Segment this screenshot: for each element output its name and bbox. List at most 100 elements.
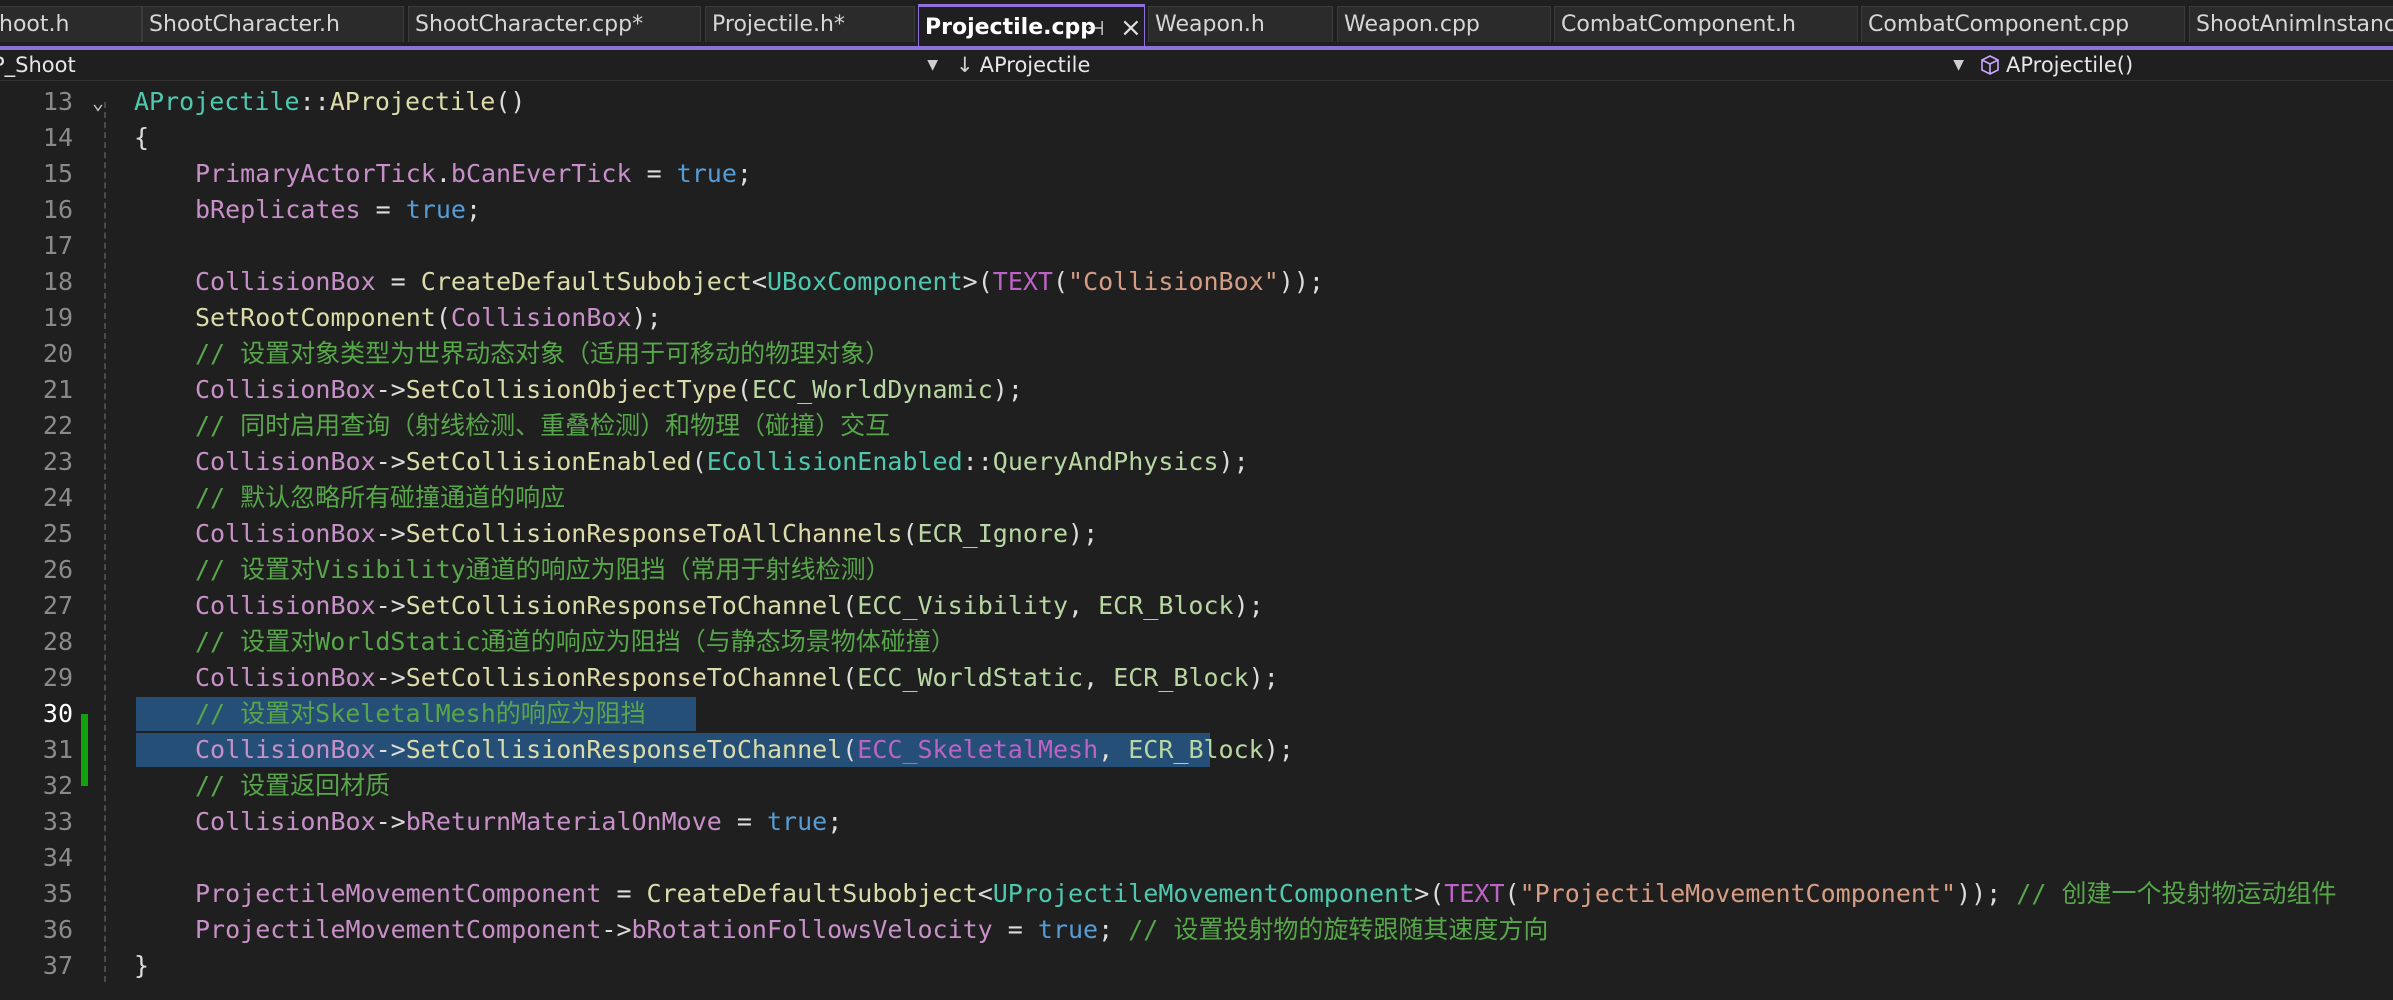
code-line[interactable]: 25 CollisionBox->SetCollisionResponseToAl… xyxy=(0,516,2393,552)
line-number: 14 xyxy=(42,123,73,152)
code-text: // 默认忽略所有碰撞通道的响应 xyxy=(195,480,565,516)
code-line[interactable]: 20 // 设置对象类型为世界动态对象（适用于可移动的物理对象） xyxy=(0,336,2393,372)
code-token: SetRootComponent xyxy=(195,303,436,332)
code-line[interactable]: 36 ProjectileMovementComponent->bRotation… xyxy=(0,912,2393,948)
tab-weapon-h[interactable]: Weapon.h xyxy=(1148,6,1333,42)
code-token: ECC_WorldStatic xyxy=(857,663,1084,692)
code-line[interactable]: 27 CollisionBox->SetCollisionResponseToCh… xyxy=(0,588,2393,624)
tab-shootcharacter-h[interactable]: ShootCharacter.h xyxy=(142,6,404,42)
code-text: // 设置对象类型为世界动态对象（适用于可移动的物理对象） xyxy=(195,336,890,372)
code-token: // 设置返回材质 xyxy=(195,771,391,800)
line-number: 34 xyxy=(42,843,73,872)
code-text: CollisionBox->SetCollisionResponseToChan… xyxy=(195,660,1279,696)
code-token: // 设置投射物的旋转跟随其速度方向 xyxy=(1128,915,1549,944)
scope-dropdown[interactable]: ↓ AProjectile ▼ xyxy=(956,50,1970,80)
line-number: 26 xyxy=(42,555,73,584)
code-token: ; xyxy=(736,159,752,188)
code-token: >( xyxy=(962,267,993,296)
code-token: // 同时启用查询（射线检测、重叠检测）和物理（碰撞）交互 xyxy=(195,411,891,440)
code-token: CollisionBox xyxy=(195,663,376,692)
tab-shootaniminstance[interactable]: ShootAnimInstance xyxy=(2189,6,2393,42)
code-token: bRotationFollowsVelocity xyxy=(631,915,993,944)
member-dropdown[interactable]: AProjectile() xyxy=(1980,50,2393,80)
code-line[interactable]: 30 // 设置对SkeletalMesh的响应为阻挡 xyxy=(0,696,2393,732)
code-line[interactable]: 16 bReplicates = true; xyxy=(0,192,2393,228)
code-token: QueryAndPhysics xyxy=(992,447,1219,476)
project-dropdown[interactable]: P_Shoot ▼ xyxy=(0,50,944,80)
code-token: ProjectileMovementComponent xyxy=(195,915,602,944)
code-line[interactable]: 26 // 设置对Visibility通道的响应为阻挡（常用于射线检测） xyxy=(0,552,2393,588)
code-line[interactable]: 32 // 设置返回材质 xyxy=(0,768,2393,804)
code-token: SetCollisionEnabled xyxy=(405,447,692,476)
code-line[interactable]: 28 // 设置对WorldStatic通道的响应为阻挡（与静态场景物体碰撞） xyxy=(0,624,2393,660)
code-line[interactable]: 22 // 同时启用查询（射线检测、重叠检测）和物理（碰撞）交互 xyxy=(0,408,2393,444)
code-editor[interactable]: 13 ⌄ AProjectile::AProjectile()14 {15 Primar… xyxy=(0,84,2393,1000)
code-line[interactable]: 13 ⌄ AProjectile::AProjectile() xyxy=(0,84,2393,120)
editor-tab-bar: hoot.h ShootCharacter.h ShootCharacter.c… xyxy=(0,0,2393,50)
code-token: true xyxy=(405,195,466,224)
line-number: 35 xyxy=(42,879,73,908)
code-token: :: xyxy=(299,87,330,116)
tab-projectile-h[interactable]: Projectile.h* xyxy=(705,6,915,42)
code-line[interactable]: 34 xyxy=(0,840,2393,876)
tab-shoot-h[interactable]: hoot.h xyxy=(0,6,142,42)
code-text: // 设置对SkeletalMesh的响应为阻挡 xyxy=(195,696,646,732)
code-token: PrimaryActorTick xyxy=(195,159,436,188)
code-token: ); xyxy=(1233,591,1264,620)
code-line[interactable]: 35 ProjectileMovementComponent = CreateDe… xyxy=(0,876,2393,912)
code-line[interactable]: 19 SetRootComponent(CollisionBox); xyxy=(0,300,2393,336)
line-number: 27 xyxy=(42,591,73,620)
line-number: 18 xyxy=(42,267,73,296)
code-token: ); xyxy=(1263,735,1294,764)
code-token: ( xyxy=(902,519,918,548)
code-line[interactable]: 31 CollisionBox->SetCollisionResponseToCh… xyxy=(0,732,2393,768)
code-token: ( xyxy=(842,735,858,764)
pin-icon[interactable]: ⊣ xyxy=(1087,7,1104,46)
tab-label: Projectile.h* xyxy=(712,12,845,37)
code-token: ECollisionEnabled xyxy=(706,447,963,476)
tab-label: Weapon.h xyxy=(1155,12,1265,37)
code-text: SetRootComponent(CollisionBox); xyxy=(195,300,662,336)
code-line[interactable]: 18 CollisionBox = CreateDefaultSubobject<… xyxy=(0,264,2393,300)
code-token: = xyxy=(721,807,767,836)
code-token: SetCollisionResponseToChannel xyxy=(405,735,843,764)
code-token: // 设置对SkeletalMesh的响应为阻挡 xyxy=(195,699,646,728)
tab-combatcomponent-cpp[interactable]: CombatComponent.cpp xyxy=(1861,6,2185,42)
code-token: ); xyxy=(1068,519,1099,548)
code-text: } xyxy=(134,948,149,984)
code-line[interactable]: 23 CollisionBox->SetCollisionEnabled(ECol… xyxy=(0,444,2393,480)
tab-shootcharacter-cpp[interactable]: ShootCharacter.cpp* xyxy=(408,6,701,42)
code-line[interactable]: 21 CollisionBox->SetCollisionObjectType(E… xyxy=(0,372,2393,408)
code-token: < xyxy=(977,879,993,908)
code-token: ECR_Block xyxy=(1128,735,1264,764)
code-line[interactable]: 37} xyxy=(0,948,2393,984)
code-line[interactable]: 24 // 默认忽略所有碰撞通道的响应 xyxy=(0,480,2393,516)
code-token: >( xyxy=(1414,879,1445,908)
code-token: ( xyxy=(1504,879,1520,908)
tab-combatcomponent-h[interactable]: CombatComponent.h xyxy=(1554,6,1858,42)
code-line[interactable]: 14 { xyxy=(0,120,2393,156)
line-number: 21 xyxy=(42,375,73,404)
close-icon[interactable]: × xyxy=(1120,7,1142,46)
code-token: ECC_Visibility xyxy=(857,591,1069,620)
tab-weapon-cpp[interactable]: Weapon.cpp xyxy=(1337,6,1551,42)
code-text: bReplicates = true; xyxy=(195,192,481,228)
code-token: ); xyxy=(631,303,662,332)
tab-projectile-cpp[interactable]: Projectile.cpp ⊣ × xyxy=(918,4,1145,46)
collapse-chevron-icon[interactable]: ⌄ xyxy=(92,84,104,120)
code-line[interactable]: 33 CollisionBox->bReturnMaterialOnMove = … xyxy=(0,804,2393,840)
code-token: CollisionBox xyxy=(195,519,376,548)
code-token: -> xyxy=(375,663,406,692)
line-number: 19 xyxy=(42,303,73,332)
code-token: )); xyxy=(1278,267,1324,296)
code-text: // 设置对Visibility通道的响应为阻挡（常用于射线检测） xyxy=(195,552,891,588)
chevron-down-icon: ▼ xyxy=(927,57,938,73)
code-token: bReplicates xyxy=(195,195,361,224)
code-line[interactable]: 15 PrimaryActorTick.bCanEverTick = true; xyxy=(0,156,2393,192)
code-token: true xyxy=(1037,915,1099,944)
line-number: 24 xyxy=(42,483,73,512)
code-line[interactable]: 17 xyxy=(0,228,2393,264)
code-line[interactable]: 29 CollisionBox->SetCollisionResponseToCh… xyxy=(0,660,2393,696)
code-token: TEXT xyxy=(992,267,1053,296)
code-token: { xyxy=(134,123,150,152)
